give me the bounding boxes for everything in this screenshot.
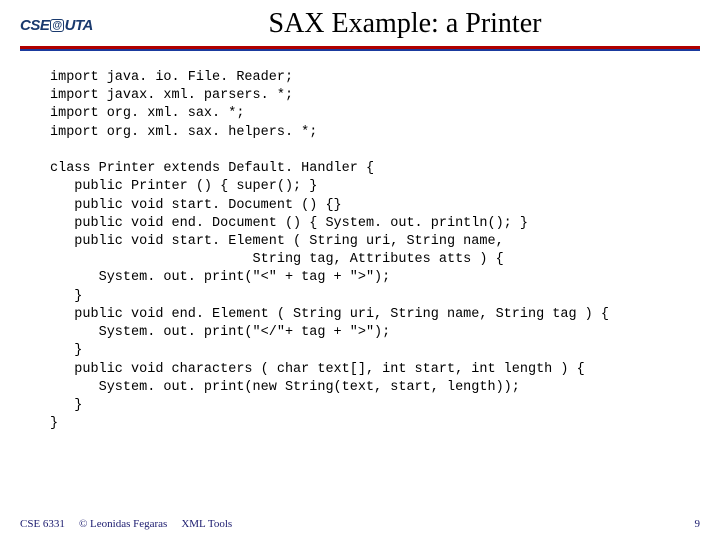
footer-copyright: © Leonidas Fegaras xyxy=(79,518,167,530)
code-block: import java. io. File. Reader; import ja… xyxy=(50,69,720,433)
footer-left: CSE 6331 © Leonidas Fegaras XML Tools xyxy=(20,518,232,530)
slide-header: CSE@UTA SAX Example: a Printer xyxy=(0,0,720,40)
footer-topic: XML Tools xyxy=(181,518,232,530)
logo-prefix: CSE xyxy=(20,17,49,34)
logo-at: @ xyxy=(50,19,63,32)
footer-page: 9 xyxy=(695,518,701,530)
footer-course: CSE 6331 xyxy=(20,518,65,530)
slide-footer: CSE 6331 © Leonidas Fegaras XML Tools 9 xyxy=(20,518,700,530)
slide-title: SAX Example: a Printer xyxy=(110,8,700,40)
logo: CSE@UTA xyxy=(20,10,110,40)
logo-suffix: UTA xyxy=(65,17,93,34)
divider-blue xyxy=(20,49,700,51)
logo-text: CSE@UTA xyxy=(20,17,93,34)
